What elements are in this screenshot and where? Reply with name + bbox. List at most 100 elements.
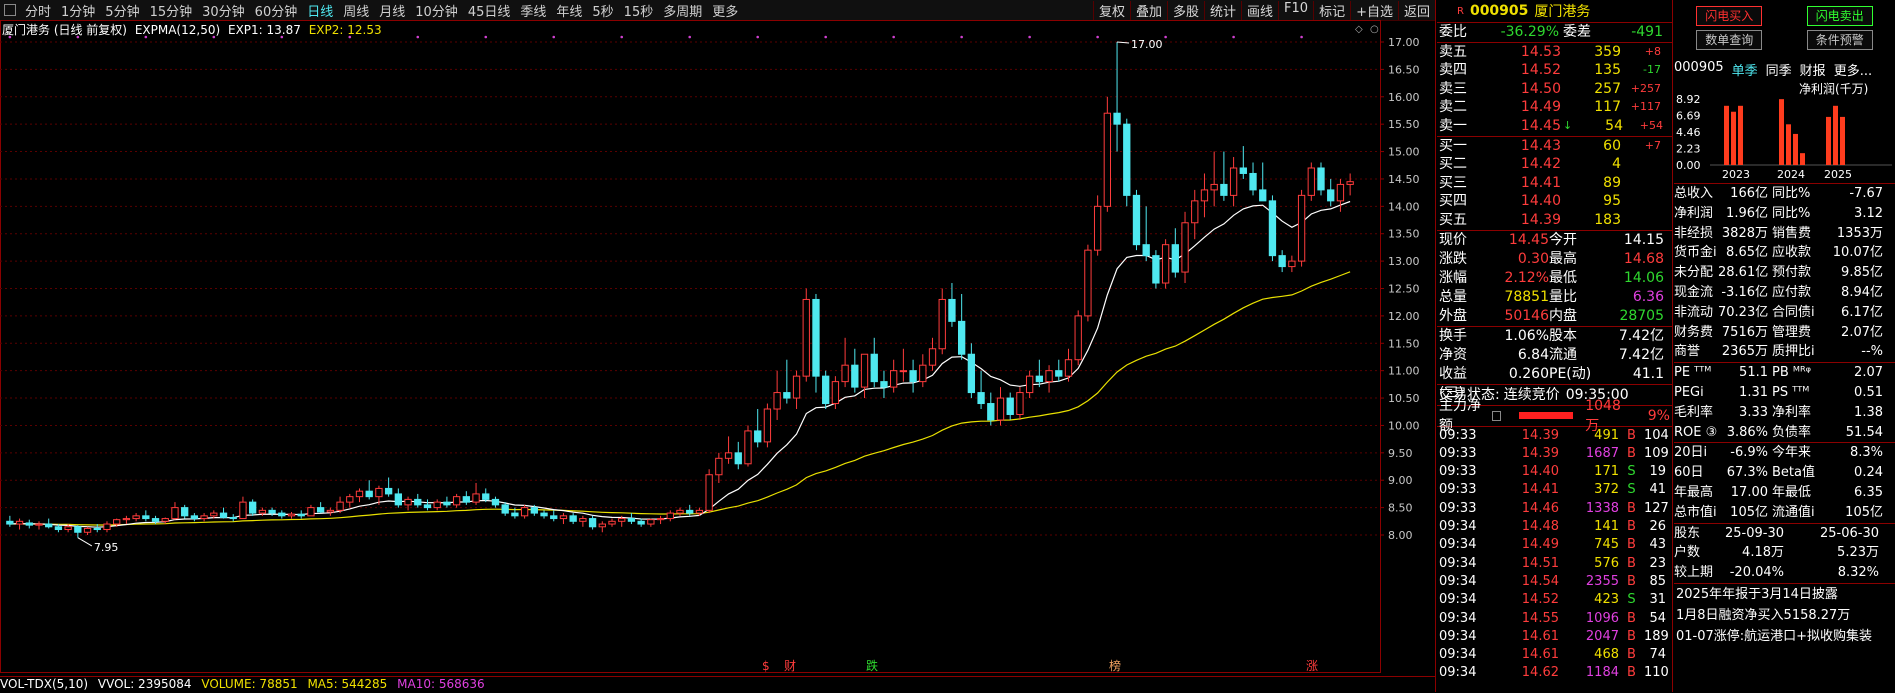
- tick-cell: 14.62: [1521, 665, 1559, 681]
- asks-change: +54: [1639, 118, 1663, 132]
- timeframe-2[interactable]: 5分钟: [100, 1, 144, 20]
- timeframe-4[interactable]: 30分钟: [197, 1, 250, 20]
- timeframe-11[interactable]: 季线: [515, 1, 551, 20]
- timeframe-8[interactable]: 月线: [374, 1, 410, 20]
- rows4-cell: 较上期: [1674, 565, 1714, 581]
- y-tick-label: 15.00: [1388, 146, 1420, 159]
- candlestick-chart[interactable]: 17.00 16.50 16.00 15.50 15.00 14.50 14.00 13.50…: [0, 20, 1435, 676]
- timeframe-16[interactable]: 更多: [707, 1, 743, 20]
- vol-indicator-label[interactable]: VOL-TDX(5,10): [0, 677, 88, 691]
- rows-cell: 预付款: [1772, 265, 1812, 281]
- tick-cell: 31: [1649, 592, 1666, 608]
- profit-bar: [1826, 116, 1831, 165]
- valuation-rows: PE ᵀᵀᴹ 51.1 PB ᴹᴿᵠ 2.07 PEGi 1.31 PS ᵀᵀᴹ 0.51 毛利…: [1674, 363, 1895, 442]
- candle-body: [45, 523, 53, 528]
- rows-cell: 6.17亿: [1841, 304, 1883, 320]
- y-tick-label: 13.00: [1388, 255, 1420, 268]
- bids-change: [1621, 174, 1661, 193]
- rows4-cell: 5.23万: [1837, 545, 1879, 561]
- tick-cell: 09:33: [1439, 464, 1477, 480]
- rows-cell: -7.67: [1849, 186, 1883, 201]
- toolbar-button-3[interactable]: 统计: [1204, 0, 1241, 20]
- candle-body: [1327, 189, 1335, 202]
- stat-cell: 最低: [1549, 269, 1577, 286]
- candle-body: [831, 381, 840, 405]
- tick-row: 09:34 14.61 2047 B 189: [1437, 628, 1672, 646]
- bids-price: 14.42: [1520, 156, 1561, 173]
- candle-body: [1259, 189, 1267, 202]
- timeframe-14[interactable]: 15秒: [619, 1, 659, 20]
- timeframe-12[interactable]: 年线: [551, 1, 587, 20]
- timeframe-9[interactable]: 10分钟: [410, 1, 463, 20]
- tab-more[interactable]: 更多...: [1834, 60, 1872, 79]
- tick-cell: 14.54: [1521, 573, 1559, 589]
- tick-cell: 09:34: [1439, 610, 1477, 626]
- stat-cell: 现价: [1439, 231, 1467, 248]
- tick-row: 09:34 14.54 2355 B 85: [1437, 573, 1672, 591]
- tick-cell: 1687: [1585, 445, 1619, 461]
- timeframe-15[interactable]: 多周期: [658, 1, 707, 20]
- toolbar-button-8[interactable]: 返回: [1397, 0, 1435, 20]
- flow-toggle-icon[interactable]: [1492, 410, 1502, 421]
- rows-cell: 同比%: [1772, 186, 1811, 201]
- stat-cell: 涨跌: [1439, 250, 1467, 267]
- bids-row: 买二 14.42 4: [1437, 155, 1672, 174]
- toolbar-button-7[interactable]: +自选: [1350, 0, 1398, 20]
- candle-body: [763, 408, 772, 443]
- toolbar-button-5[interactable]: F10: [1278, 0, 1313, 20]
- rows3-cell: 今年来: [1772, 445, 1812, 461]
- toolbar-button-1[interactable]: 叠加: [1129, 0, 1167, 20]
- flash-buy-button[interactable]: 闪电买入: [1696, 6, 1763, 26]
- timeframe-1[interactable]: 1分钟: [56, 1, 100, 20]
- candle-body: [695, 509, 704, 514]
- candle-body: [744, 430, 752, 465]
- event-marker: $: [762, 659, 770, 673]
- asks-price: 14.50: [1520, 80, 1561, 97]
- tab-report[interactable]: 财报: [1800, 60, 1826, 79]
- tick-cell: 43: [1649, 537, 1666, 553]
- timeframe-7[interactable]: 周线: [338, 1, 374, 20]
- asks-volume: 257: [1594, 80, 1621, 97]
- candle-body: [1123, 123, 1131, 196]
- alert-button[interactable]: 条件预警: [1806, 30, 1873, 50]
- candle-body: [1268, 200, 1277, 257]
- tab-same-quarter[interactable]: 同季: [1766, 60, 1792, 79]
- tick-cell: 141: [1594, 519, 1619, 535]
- menu-toggle-icon[interactable]: [4, 4, 16, 16]
- toolbar-button-2[interactable]: 多股: [1166, 0, 1204, 20]
- timeframe-6[interactable]: 日线: [302, 1, 338, 20]
- tick-list[interactable]: 09:33 14.39 491 B 104 09:33 14.39 1687 B 109 09:33…: [1437, 427, 1672, 683]
- data-query-button[interactable]: 数单查询: [1696, 30, 1763, 50]
- timeframe-13[interactable]: 5秒: [587, 1, 618, 20]
- candle-body: [316, 507, 325, 513]
- y-tick-label: 11.00: [1388, 365, 1420, 378]
- event-marker: 涨: [1306, 658, 1318, 673]
- tick-cell: S: [1627, 482, 1636, 498]
- toolbar-button-0[interactable]: 复权: [1092, 0, 1130, 20]
- flash-sell-button[interactable]: 闪电卖出: [1806, 6, 1873, 26]
- candle-body: [181, 507, 189, 517]
- candle-body: [1132, 194, 1141, 246]
- tab-single-quarter[interactable]: 单季: [1732, 60, 1758, 79]
- timeframe-3[interactable]: 15分钟: [145, 1, 198, 20]
- candle-body: [1346, 181, 1354, 185]
- tick-cell: 372: [1594, 482, 1619, 498]
- bids-volume: 60: [1603, 137, 1621, 154]
- toolbar-button-6[interactable]: 标记: [1313, 0, 1350, 20]
- profit-bar: [1786, 124, 1791, 165]
- profit-bar: [1833, 105, 1838, 165]
- asks-row: 卖四 14.52 135 -17: [1437, 61, 1672, 80]
- timeframe-0[interactable]: 分时: [20, 1, 56, 20]
- candle-body: [1229, 167, 1238, 196]
- toolbar-button-4[interactable]: 画线: [1241, 0, 1278, 20]
- timeframe-5[interactable]: 60分钟: [250, 1, 303, 20]
- stat-cell: 14.68: [1623, 250, 1664, 267]
- tick-cell: 491: [1594, 427, 1619, 443]
- candle-body: [656, 518, 665, 521]
- stat-row: 涨幅 2.12% 最低 14.06: [1437, 269, 1672, 288]
- tick-cell: 189: [1644, 628, 1669, 644]
- stat-cell: 6.36: [1632, 288, 1664, 305]
- tick-cell: 23: [1649, 555, 1666, 571]
- note-limit-up: 01-07涨停:航运港口+拟收购集装: [1676, 628, 1873, 644]
- timeframe-10[interactable]: 45日线: [463, 1, 516, 20]
